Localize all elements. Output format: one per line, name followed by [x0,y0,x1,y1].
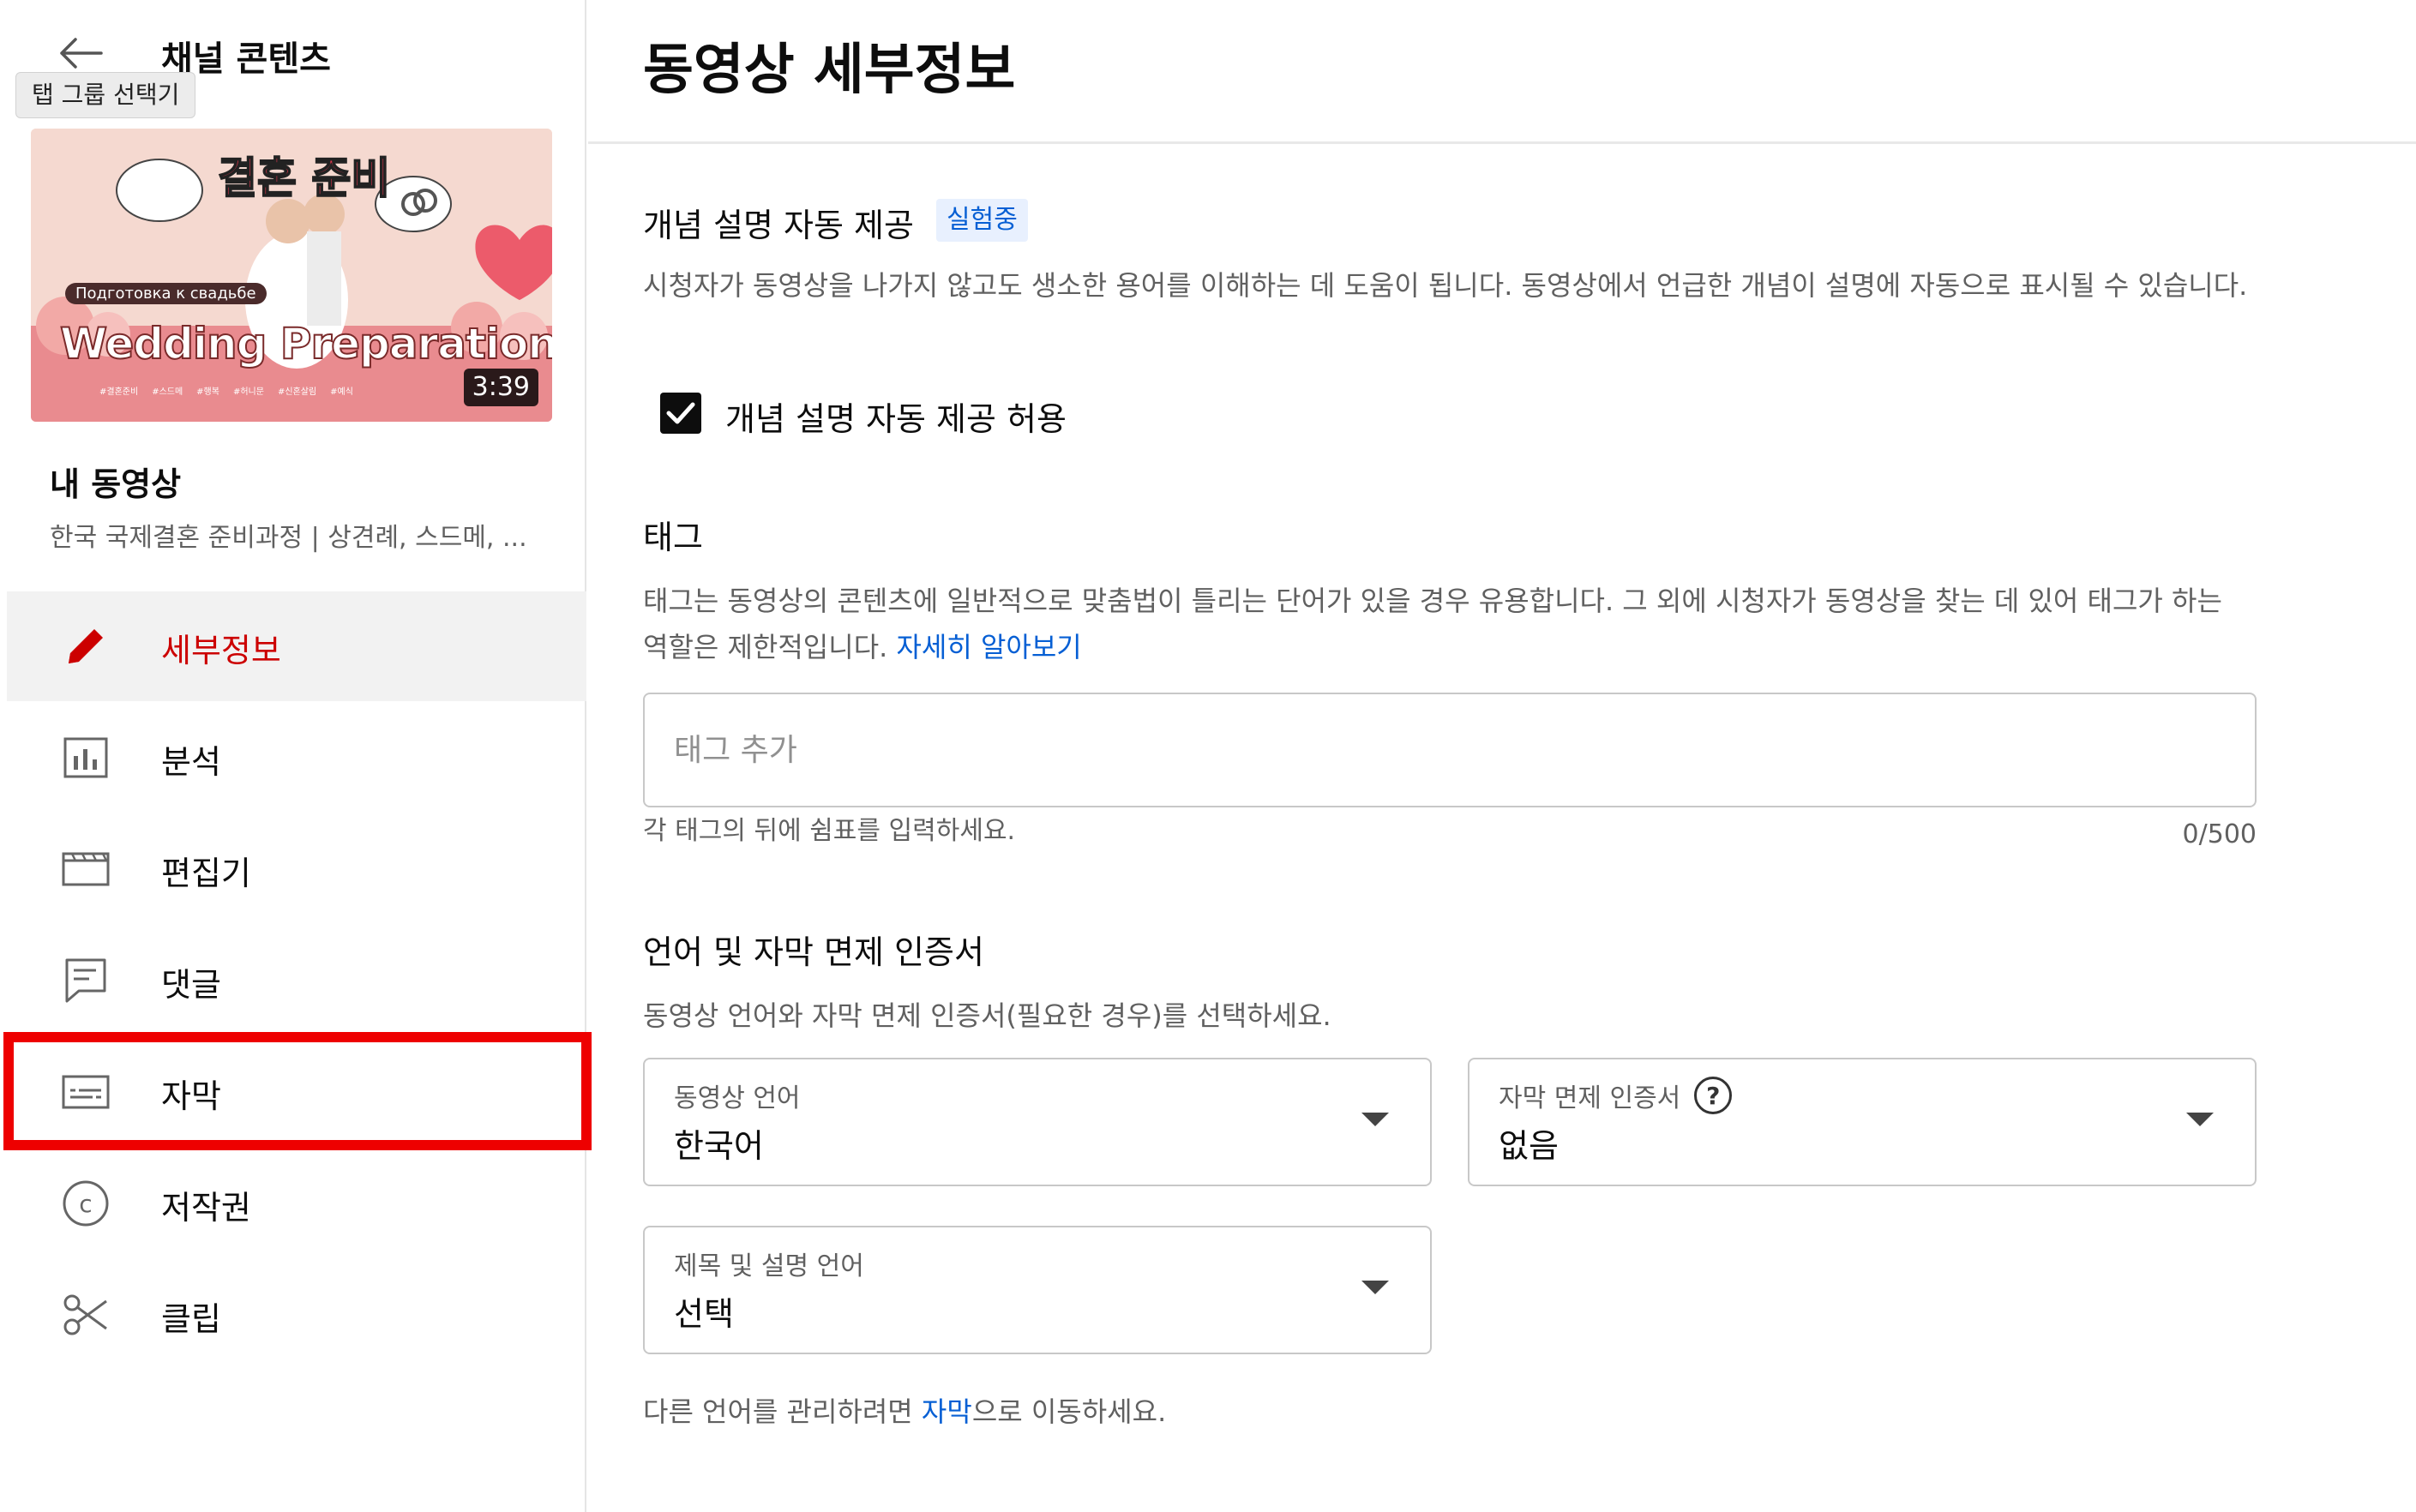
hashtag: #결혼준비 [99,387,139,397]
svg-text:c: c [79,1190,92,1218]
nav-label: 댓글 [161,966,221,1004]
select-label: 동영상 언어 [674,1083,801,1113]
select-label: 자막 면제 인증서 [1499,1083,1681,1113]
subtitles-link[interactable]: 자막 [922,1395,972,1428]
video-language-select[interactable]: 동영상 언어 한국어 [643,1058,1432,1186]
video-thumbnail[interactable]: 결혼 준비 Подготовка к свадьбе Wedding Prepa… [31,129,552,422]
video-title: 한국 국제결혼 준비과정 | 상견례, 스드메, ... [50,523,527,553]
tag-input[interactable] [643,693,2257,807]
nav-item-clips[interactable]: 클립 [7,1260,586,1370]
nav-item-copyright[interactable]: c 저작권 [7,1149,586,1258]
main-header: 동영상 세부정보 [588,0,2416,144]
hashtag: #예식 [330,387,353,397]
concepts-allow-label: 개념 설명 자동 제공 허용 [725,400,1067,438]
nav-label: 저작권 [161,1189,251,1227]
thumbnail-english-title: Wedding Preparation [59,318,552,369]
nav-item-comments[interactable]: 댓글 [7,926,586,1035]
video-duration-badge: 3:39 [463,369,538,406]
film-strip-icon [55,845,117,893]
dropdown-arrow-icon [1361,1281,1389,1294]
tags-section-title: 태그 [643,519,703,556]
my-videos-label: 내 동영상 [50,465,182,503]
nav-item-details[interactable]: 세부정보 [7,591,586,701]
select-value: 한국어 [674,1127,764,1165]
select-value: 선택 [674,1295,734,1333]
concepts-description: 시청자가 동영상을 나가지 않고도 생소한 용어를 이해하는 데 도움이 됩니다… [643,269,2248,302]
language-section-title: 언어 및 자막 면제 인증서 [643,933,984,971]
thumbnail-hashtags: #결혼준비 #스드메 #행복 #허니문 #신혼살림 #예식 [99,384,353,397]
nav-item-subtitles[interactable]: 자막 [7,1037,586,1147]
select-label-wrapper: 자막 면제 인증서? [1499,1077,1733,1114]
tag-character-counter: 0/500 [2182,819,2257,849]
title-description-language-select[interactable]: 제목 및 설명 언어 선택 [643,1226,1432,1354]
hashtag: #허니문 [232,387,264,397]
bar-chart-icon [55,734,117,782]
copyright-icon: c [55,1179,117,1227]
manage-languages-suffix: 으로 이동하세요. [971,1395,1167,1428]
scissors-icon [55,1291,117,1339]
tag-hint: 각 태그의 뒤에 쉼표를 입력하세요. [643,816,1016,846]
pencil-icon [55,622,117,670]
select-value: 없음 [1499,1127,1559,1165]
tags-description: 태그는 동영상의 콘텐츠에 일반적으로 맞춤법이 틀리는 단어가 있을 경우 유… [643,578,2255,670]
manage-languages-prefix: 다른 언어를 관리하려면 [643,1395,922,1428]
thumbnail-subtitle: Подготовка к свадьбе [65,283,267,304]
page-title: 동영상 세부정보 [643,39,1016,102]
experimental-badge: 실험중 [936,199,1028,242]
nav-item-analytics[interactable]: 분석 [7,703,586,813]
comment-icon [55,957,117,1005]
manage-languages-text: 다른 언어를 관리하려면 자막으로 이동하세요. [643,1390,1166,1430]
dropdown-arrow-icon [2186,1113,2214,1126]
back-button[interactable] [50,29,111,77]
nav-label: 세부정보 [161,632,281,669]
nav-label: 클립 [161,1300,221,1338]
subtitles-icon [55,1068,117,1116]
learn-more-link[interactable]: 자세히 알아보기 [896,631,1081,663]
checkmark-icon [666,402,695,424]
nav-label: 분석 [161,743,221,781]
hashtag: #행복 [196,387,219,397]
concepts-section-title: 개념 설명 자동 제공 [643,207,914,244]
caption-certificate-select[interactable]: 자막 면제 인증서? 없음 [1468,1058,2257,1186]
select-label: 제목 및 설명 언어 [674,1251,864,1281]
tab-group-selector-tooltip: 탭 그룹 선택기 [15,72,196,118]
thumbnail-korean-title: 결혼 준비 [217,153,391,204]
dropdown-arrow-icon [1361,1113,1389,1126]
arrow-left-icon [60,38,103,69]
hashtag: #스드메 [152,387,183,397]
help-icon[interactable]: ? [1694,1077,1733,1114]
tags-description-text: 태그는 동영상의 콘텐츠에 일반적으로 맞춤법이 틀리는 단어가 있을 경우 유… [643,585,2222,663]
nav-label: 편집기 [161,855,251,892]
nav-item-editor[interactable]: 편집기 [7,814,586,924]
language-description: 동영상 언어와 자막 면제 인증서(필요한 경우)를 선택하세요. [643,999,1331,1032]
sidebar: 채널 콘텐츠 탭 그룹 선택기 결혼 준비 Подготовка к свадь [0,0,592,1512]
nav-label: 자막 [161,1077,221,1115]
hashtag: #신혼살림 [277,387,317,397]
concepts-allow-checkbox[interactable] [660,393,701,434]
